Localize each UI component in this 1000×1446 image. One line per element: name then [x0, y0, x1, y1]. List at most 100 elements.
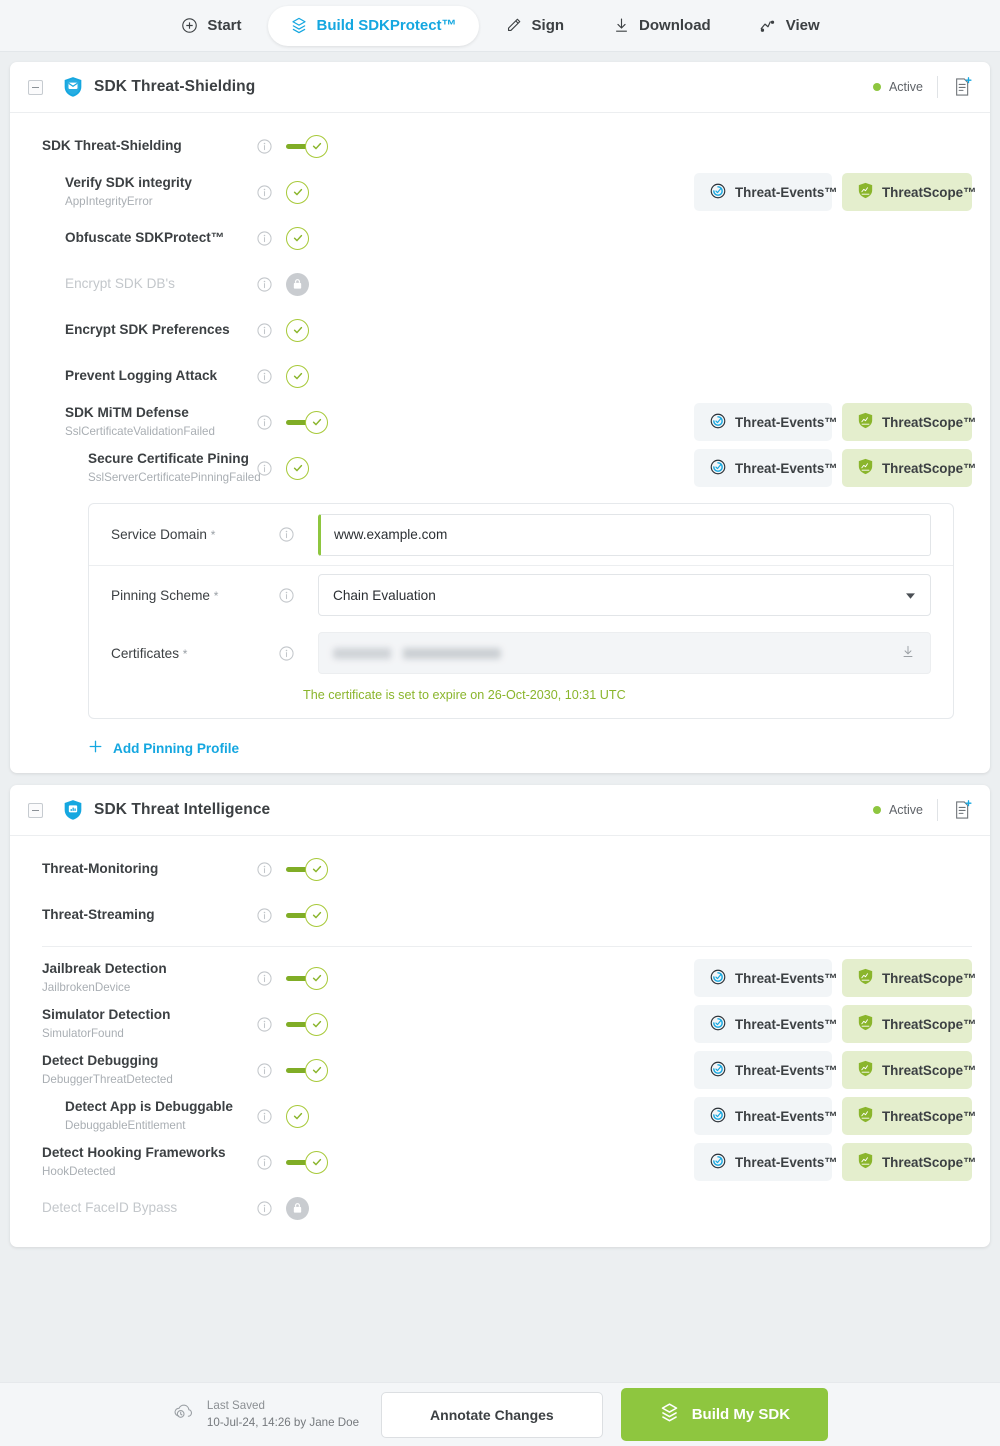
info-icon[interactable]: [257, 276, 272, 292]
threat-events-button[interactable]: Threat-Events™: [694, 1051, 838, 1089]
info-icon[interactable]: [279, 587, 294, 603]
section-body-shielding: SDK Threat-Shielding Verify SDK integrit…: [10, 113, 990, 773]
row-obfuscate-sdkprotect[interactable]: Obfuscate SDKProtect™: [10, 215, 990, 261]
threat-events-button[interactable]: Threat-Events™: [694, 1143, 838, 1181]
info-icon[interactable]: [257, 861, 272, 877]
row-threat-streaming[interactable]: Threat-Streaming: [10, 892, 990, 938]
download-icon[interactable]: [900, 644, 916, 663]
row-subtitle: HookDetected: [42, 1164, 116, 1178]
info-icon[interactable]: [257, 1108, 272, 1124]
info-icon[interactable]: [257, 460, 272, 476]
check-icon: [286, 180, 309, 204]
nav-item-start[interactable]: Start: [158, 6, 263, 46]
info-icon[interactable]: [257, 368, 272, 384]
toggle-switch[interactable]: [286, 903, 328, 927]
threatscope-button[interactable]: ThreatScope™: [842, 403, 977, 441]
threatscope-button[interactable]: ThreatScope™: [842, 1051, 977, 1089]
pen-icon: [505, 17, 523, 35]
row-verify-sdk-integrity[interactable]: Verify SDK integrity AppIntegrityError T…: [10, 169, 990, 215]
checkbox-toggle[interactable]: [286, 1104, 309, 1128]
threatscope-button[interactable]: ThreatScope™: [842, 449, 977, 487]
info-icon[interactable]: [257, 184, 272, 200]
row-labels: Encrypt SDK DB's: [65, 275, 257, 293]
checkbox-toggle[interactable]: [286, 364, 309, 388]
info-icon[interactable]: [257, 414, 272, 430]
threat-events-button[interactable]: Threat-Events™: [694, 959, 838, 997]
row-sdk-mitm-defense[interactable]: SDK MiTM Defense SslCertificateValidatio…: [10, 399, 990, 445]
row-detect-hooking-frameworks[interactable]: Detect Hooking Frameworks HookDetected T…: [10, 1139, 990, 1185]
row-detect-debugging[interactable]: Detect Debugging DebuggerThreatDetected: [10, 1047, 990, 1093]
checkbox-toggle[interactable]: [286, 318, 309, 342]
row-detect-app-is-debuggable[interactable]: Detect App is Debuggable DebuggableEntit…: [10, 1093, 990, 1139]
nav-item-sign[interactable]: Sign: [483, 6, 587, 46]
row-labels: Secure Certificate Pining SslServerCerti…: [88, 450, 261, 486]
threat-events-button[interactable]: Threat-Events™: [694, 173, 838, 211]
row-labels: SDK MiTM Defense SslCertificateValidatio…: [65, 404, 257, 440]
checkbox-toggle[interactable]: [286, 456, 309, 480]
row-secure-certificate-pining[interactable]: Secure Certificate Pining SslServerCerti…: [10, 445, 990, 491]
threatscope-button[interactable]: ThreatScope™: [842, 959, 977, 997]
threat-events-button[interactable]: Threat-Events™: [694, 1005, 838, 1043]
check-icon: [286, 364, 309, 388]
service-domain-input[interactable]: www.example.com: [318, 513, 931, 556]
row-labels: Encrypt SDK Preferences: [65, 321, 257, 339]
certificate-filename-redacted: [333, 647, 501, 659]
certificates-file-field[interactable]: [318, 632, 931, 674]
threat-events-label: Threat-Events™: [735, 1154, 838, 1170]
row-title: Jailbreak Detection: [42, 961, 167, 977]
checkbox-toggle[interactable]: [286, 180, 309, 204]
info-icon[interactable]: [257, 1016, 272, 1032]
info-icon[interactable]: [279, 645, 294, 661]
threatscope-button[interactable]: ThreatScope™: [842, 173, 977, 211]
info-icon[interactable]: [257, 322, 272, 338]
threatscope-button[interactable]: ThreatScope™: [842, 1097, 977, 1135]
toggle-switch[interactable]: [286, 857, 328, 881]
threat-events-button[interactable]: Threat-Events™: [694, 1097, 838, 1135]
row-threat-monitoring[interactable]: Threat-Monitoring: [10, 846, 990, 892]
threat-events-button[interactable]: Threat-Events™: [694, 449, 838, 487]
threatscope-button[interactable]: ThreatScope™: [842, 1005, 977, 1043]
toggle-switch[interactable]: [286, 134, 328, 158]
add-note-icon[interactable]: [952, 799, 974, 821]
info-icon[interactable]: [257, 970, 272, 986]
required-marker: *: [213, 588, 219, 603]
threatscope-icon: [858, 1014, 873, 1034]
row-controls: [257, 134, 363, 158]
pinning-scheme-select[interactable]: Chain Evaluation: [318, 574, 931, 616]
toggle-switch[interactable]: [286, 410, 328, 434]
nav-item-build-sdkprotect[interactable]: Build SDKProtect™: [267, 5, 479, 46]
info-icon[interactable]: [279, 527, 294, 542]
row-chips: Threat-Events™ ThreatScope™: [694, 449, 977, 487]
row-labels: Detect App is Debuggable DebuggableEntit…: [65, 1098, 257, 1134]
row-sdk-threat-shielding[interactable]: SDK Threat-Shielding: [10, 123, 990, 169]
row-detect-faceid-bypass: Detect FaceID Bypass: [10, 1185, 990, 1231]
add-pinning-profile-button[interactable]: Add Pinning Profile: [88, 739, 239, 757]
nav-item-download[interactable]: Download: [590, 6, 733, 46]
threatscope-icon: [858, 1060, 873, 1080]
row-labels: Threat-Streaming: [42, 906, 257, 924]
row-jailbreak-detection[interactable]: Jailbreak Detection JailbrokenDevice Thr…: [10, 955, 990, 1001]
row-encrypt-sdk-preferences[interactable]: Encrypt SDK Preferences: [10, 307, 990, 353]
toggle-switch[interactable]: [286, 1150, 328, 1174]
nav-item-view[interactable]: View: [737, 6, 842, 46]
threatscope-button[interactable]: ThreatScope™: [842, 1143, 977, 1181]
collapse-toggle-icon[interactable]: [28, 79, 43, 95]
toggle-switch[interactable]: [286, 966, 328, 990]
threat-events-button[interactable]: Threat-Events™: [694, 403, 838, 441]
add-note-icon[interactable]: [952, 76, 974, 98]
checkbox-toggle[interactable]: [286, 226, 309, 250]
info-icon[interactable]: [257, 1154, 272, 1170]
collapse-toggle-icon[interactable]: [28, 802, 43, 818]
annotate-changes-button[interactable]: Annotate Changes: [381, 1391, 603, 1438]
row-controls: [257, 364, 363, 388]
toggle-switch[interactable]: [286, 1012, 328, 1036]
info-icon[interactable]: [257, 907, 272, 923]
row-simulator-detection[interactable]: Simulator Detection SimulatorFound Threa…: [10, 1001, 990, 1047]
toggle-switch[interactable]: [286, 1058, 328, 1082]
info-icon[interactable]: [257, 138, 272, 154]
info-icon[interactable]: [257, 1062, 272, 1078]
info-icon[interactable]: [257, 1200, 272, 1216]
build-my-sdk-button[interactable]: Build My SDK: [620, 1388, 829, 1441]
row-prevent-logging-attack[interactable]: Prevent Logging Attack: [10, 353, 990, 399]
info-icon[interactable]: [257, 230, 272, 246]
